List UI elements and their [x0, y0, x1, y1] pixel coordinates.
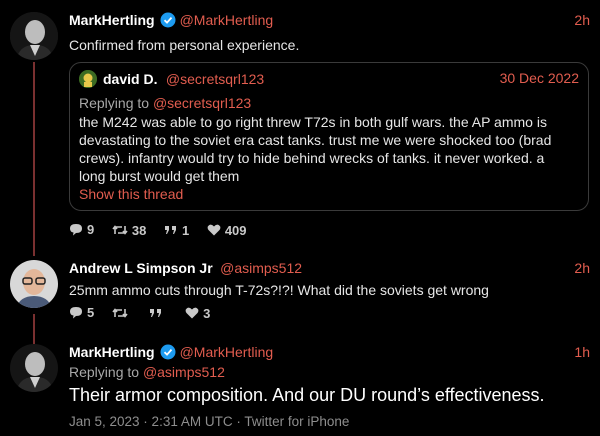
heart-icon: [207, 224, 221, 236]
user-handle[interactable]: @asimps512: [220, 260, 302, 276]
quote-line: crews). infantry would try to hide behin…: [79, 150, 545, 166]
quote-line: long burst would get them: [79, 168, 240, 184]
timestamp[interactable]: 2h: [574, 260, 590, 276]
verified-badge-icon: [160, 12, 176, 33]
retweet-icon: [112, 308, 128, 318]
replying-label: Replying to: [69, 364, 143, 380]
like-button[interactable]: 409: [207, 223, 247, 238]
quote-handle[interactable]: @secretsqrl123: [166, 71, 264, 87]
reply-icon: [70, 224, 82, 236]
main-tweet-text: Their armor composition. And our DU roun…: [69, 385, 545, 405]
tweet-1[interactable]: MarkHertling @MarkHertling 2h Confirmed f…: [0, 12, 600, 247]
quote-button[interactable]: [149, 307, 167, 319]
tweet-header: Andrew L Simpson Jr @asimps512 2h: [69, 260, 590, 280]
like-button[interactable]: 3: [185, 306, 210, 321]
quote-line: devastating to the soviet era cast tanks…: [79, 132, 552, 148]
retweet-count: 38: [131, 222, 147, 238]
like-count: 3: [203, 305, 211, 321]
quoted-tweet[interactable]: david D. @secretsqrl123 30 Dec 2022 Repl…: [69, 62, 589, 211]
quote-avatar: [79, 70, 97, 88]
quote-text: the M242 was able to go right threw T72s…: [79, 113, 584, 203]
quote-count: 1: [181, 222, 190, 238]
avatar[interactable]: [10, 260, 58, 308]
reply-button[interactable]: 5: [69, 305, 94, 320]
like-count: 409: [224, 222, 247, 238]
replying-to: Replying to @asimps512: [69, 364, 225, 380]
timestamp[interactable]: 2h: [574, 12, 590, 28]
verified-badge-icon: [160, 344, 176, 365]
replying-label: Replying to: [79, 95, 153, 111]
tweet-actions: 9 38 1 409: [69, 222, 261, 240]
tweet-text: 25mm ammo cuts through T-72s?!?! What di…: [69, 282, 489, 298]
tweet-header: MarkHertling @MarkHertling 1h: [69, 344, 590, 364]
reply-button[interactable]: 9: [69, 222, 94, 237]
display-name[interactable]: MarkHertling: [69, 12, 155, 28]
avatar[interactable]: [10, 344, 58, 392]
quote-button[interactable]: 1: [164, 223, 189, 238]
quote-display-name[interactable]: david D.: [103, 71, 157, 87]
display-name[interactable]: MarkHertling: [69, 344, 155, 360]
show-thread-link[interactable]: Show this thread: [79, 185, 584, 203]
timestamp[interactable]: 1h: [574, 344, 590, 360]
avatar[interactable]: [10, 12, 58, 60]
user-handle[interactable]: @MarkHertling: [180, 344, 274, 360]
display-name[interactable]: Andrew L Simpson Jr: [69, 260, 213, 276]
tweet-2[interactable]: Andrew L Simpson Jr @asimps512 2h 25mm a…: [0, 260, 600, 322]
quote-line: the M242 was able to go right threw T72s…: [79, 114, 547, 130]
tweet-actions: 5 3: [69, 305, 224, 323]
reply-icon: [70, 307, 82, 319]
replying-handle-link[interactable]: @secretsqrl123: [153, 95, 251, 111]
heart-icon: [185, 307, 199, 319]
user-handle[interactable]: @MarkHertling: [180, 12, 274, 28]
retweet-icon: [112, 225, 128, 235]
replying-handle-link[interactable]: @asimps512: [143, 364, 225, 380]
quote-icon: [150, 309, 162, 317]
tweet-meta[interactable]: Jan 5, 2023 · 2:31 AM UTC · Twitter for …: [69, 414, 349, 429]
reply-count: 5: [87, 305, 95, 320]
retweet-button[interactable]: 38: [112, 223, 146, 238]
quote-replying-to: Replying to @secretsqrl123: [79, 95, 251, 111]
tweet-text: Confirmed from personal experience.: [69, 37, 300, 53]
reply-count: 9: [87, 222, 95, 237]
retweet-button[interactable]: [112, 307, 132, 319]
tweet-header: MarkHertling @MarkHertling 2h: [69, 12, 590, 32]
quote-icon: [164, 226, 176, 234]
quote-date[interactable]: 30 Dec 2022: [500, 70, 579, 86]
quote-header: david D. @secretsqrl123 30 Dec 2022: [79, 70, 579, 90]
